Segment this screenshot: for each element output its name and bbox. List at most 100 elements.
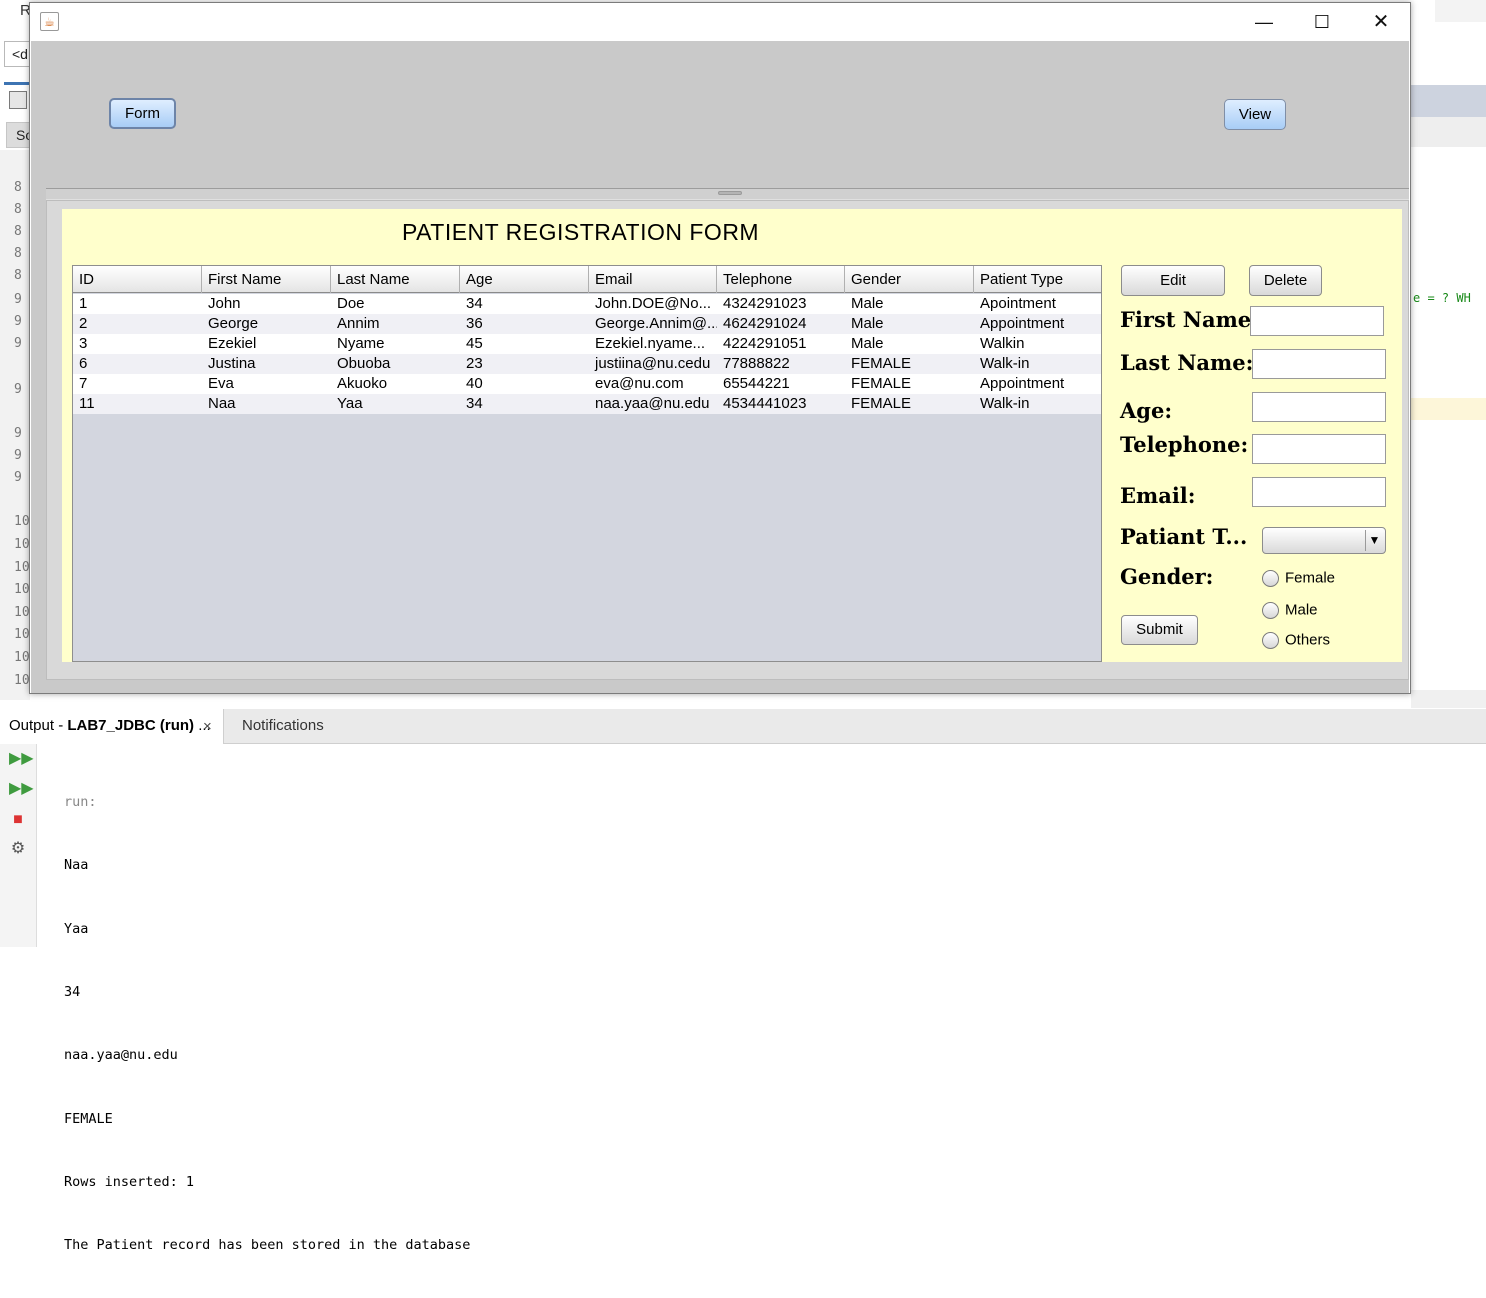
gender-radio-others[interactable]: Others: [1262, 631, 1330, 651]
age-field[interactable]: [1252, 392, 1386, 422]
cell-last-name[interactable]: Doe: [331, 295, 460, 312]
cell-email[interactable]: George.Annim@...: [589, 315, 717, 332]
cell-telephone[interactable]: 4624291024: [717, 315, 845, 332]
cell-last-name[interactable]: Obuoba: [331, 355, 460, 372]
gender-radio-female[interactable]: Female: [1262, 569, 1335, 589]
cell-gender[interactable]: Male: [845, 295, 974, 312]
cell-email[interactable]: Ezekiel.nyame...: [589, 335, 717, 352]
submit-button[interactable]: Submit: [1121, 615, 1198, 645]
cell-patient-type[interactable]: Walkin: [974, 335, 1101, 352]
cell-first-name[interactable]: George: [202, 315, 331, 332]
close-window-button[interactable]: ✕: [1352, 3, 1410, 41]
gender-radio-male[interactable]: Male: [1262, 601, 1318, 621]
horizontal-scrollbar[interactable]: [1411, 690, 1486, 708]
cell-email[interactable]: eva@nu.com: [589, 375, 717, 392]
last-name-field[interactable]: [1252, 349, 1386, 379]
cell-age[interactable]: 40: [460, 375, 589, 392]
column-header-age[interactable]: Age: [460, 266, 589, 293]
form-button[interactable]: Form: [109, 98, 176, 129]
cell-email[interactable]: naa.yaa@nu.edu: [589, 395, 717, 412]
cell-gender[interactable]: Male: [845, 335, 974, 352]
code-fragment: e = ? WH: [1413, 291, 1471, 305]
cell-id[interactable]: 1: [73, 295, 202, 312]
column-header-last-name[interactable]: Last Name: [331, 266, 460, 293]
cell-id[interactable]: 7: [73, 375, 202, 392]
minimize-button[interactable]: —: [1235, 3, 1293, 41]
edit-button[interactable]: Edit: [1121, 265, 1225, 296]
cell-telephone[interactable]: 4534441023: [717, 395, 845, 412]
cell-age[interactable]: 45: [460, 335, 589, 352]
cell-first-name[interactable]: Ezekiel: [202, 335, 331, 352]
rerun-icon[interactable]: ▶▶: [9, 750, 34, 768]
first-name-field[interactable]: [1250, 306, 1384, 336]
last-name-label: Last Name:: [1120, 350, 1254, 375]
cell-email[interactable]: justiina@nu.cedu: [589, 355, 717, 372]
column-header-email[interactable]: Email: [589, 266, 717, 293]
table-row[interactable]: 3 Ezekiel Nyame 45 Ezekiel.nyame... 422429105…: [73, 334, 1101, 354]
delete-button[interactable]: Delete: [1249, 265, 1322, 296]
table-row[interactable]: 11 Naa Yaa 34 naa.yaa@nu.edu 4534441023 FEMALE…: [73, 394, 1101, 414]
history-icon[interactable]: [9, 91, 27, 109]
cell-age[interactable]: 34: [460, 395, 589, 412]
view-button[interactable]: View: [1224, 99, 1286, 130]
email-field[interactable]: [1252, 477, 1386, 507]
column-header-gender[interactable]: Gender: [845, 266, 974, 293]
cell-first-name[interactable]: Naa: [202, 395, 331, 412]
table-row[interactable]: 7 Eva Akuoko 40 eva@nu.com 65544221 FEMALE Appo…: [73, 374, 1101, 394]
tab-notifications[interactable]: Notifications: [242, 717, 324, 734]
cell-id[interactable]: 2: [73, 315, 202, 332]
cell-id[interactable]: 6: [73, 355, 202, 372]
settings-icon[interactable]: ⚙: [9, 840, 27, 858]
cell-telephone[interactable]: 65544221: [717, 375, 845, 392]
cell-age[interactable]: 23: [460, 355, 589, 372]
table-row[interactable]: 6 Justina Obuoba 23 justiina@nu.cedu 77888822…: [73, 354, 1101, 374]
divider-grip-icon[interactable]: [718, 191, 742, 195]
cell-gender[interactable]: Male: [845, 315, 974, 332]
cell-age[interactable]: 34: [460, 295, 589, 312]
cell-gender[interactable]: FEMALE: [845, 395, 974, 412]
cell-last-name[interactable]: Nyame: [331, 335, 460, 352]
cell-patient-type[interactable]: Appointment: [974, 315, 1101, 332]
cell-last-name[interactable]: Annim: [331, 315, 460, 332]
split-pane-divider[interactable]: [46, 188, 1409, 200]
radio-circle-icon[interactable]: [1262, 601, 1279, 619]
chevron-down-icon[interactable]: ▼: [1365, 530, 1383, 551]
patient-type-select[interactable]: ▼: [1262, 527, 1386, 554]
cell-first-name[interactable]: Justina: [202, 355, 331, 372]
column-header-id[interactable]: ID: [73, 266, 202, 293]
cell-id[interactable]: 11: [73, 395, 202, 412]
stop-icon[interactable]: ■: [9, 811, 27, 829]
cell-first-name[interactable]: Eva: [202, 375, 331, 392]
cell-patient-type[interactable]: Walk-in: [974, 355, 1101, 372]
patient-type-label: Patiant T...: [1120, 524, 1248, 549]
table-row[interactable]: 1 John Doe 34 John.DOE@No... 4324291023 Male Ap…: [73, 294, 1101, 314]
cell-telephone[interactable]: 4224291051: [717, 335, 845, 352]
maximize-button[interactable]: ☐: [1293, 3, 1351, 41]
cell-telephone[interactable]: 77888822: [717, 355, 845, 372]
line-number: 9: [14, 448, 22, 463]
cell-patient-type[interactable]: Apointment: [974, 295, 1101, 312]
cell-patient-type[interactable]: Appointment: [974, 375, 1101, 392]
tab-output[interactable]: Output - LAB7_JDBC (run) ... ×: [0, 709, 224, 744]
cell-email[interactable]: John.DOE@No...: [589, 295, 717, 312]
table-row[interactable]: 2 George Annim 36 George.Annim@... 4624291024…: [73, 314, 1101, 334]
patients-table[interactable]: ID First Name Last Name Age Email Teleph…: [72, 265, 1102, 662]
column-header-patient-type[interactable]: Patient Type: [974, 266, 1101, 293]
cell-gender[interactable]: FEMALE: [845, 355, 974, 372]
radio-circle-icon[interactable]: [1262, 631, 1279, 649]
output-panel: Output - LAB7_JDBC (run) ... × Notificat…: [0, 709, 1486, 1253]
cell-last-name[interactable]: Akuoko: [331, 375, 460, 392]
cell-telephone[interactable]: 4324291023: [717, 295, 845, 312]
cell-patient-type[interactable]: Walk-in: [974, 395, 1101, 412]
rerun-with-options-icon[interactable]: ▶▶: [9, 780, 34, 798]
column-header-telephone[interactable]: Telephone: [717, 266, 845, 293]
telephone-field[interactable]: [1252, 434, 1386, 464]
close-icon[interactable]: ×: [203, 718, 212, 735]
radio-circle-icon[interactable]: [1262, 569, 1279, 587]
cell-id[interactable]: 3: [73, 335, 202, 352]
cell-last-name[interactable]: Yaa: [331, 395, 460, 412]
cell-gender[interactable]: FEMALE: [845, 375, 974, 392]
column-header-first-name[interactable]: First Name: [202, 266, 331, 293]
cell-first-name[interactable]: John: [202, 295, 331, 312]
cell-age[interactable]: 36: [460, 315, 589, 332]
